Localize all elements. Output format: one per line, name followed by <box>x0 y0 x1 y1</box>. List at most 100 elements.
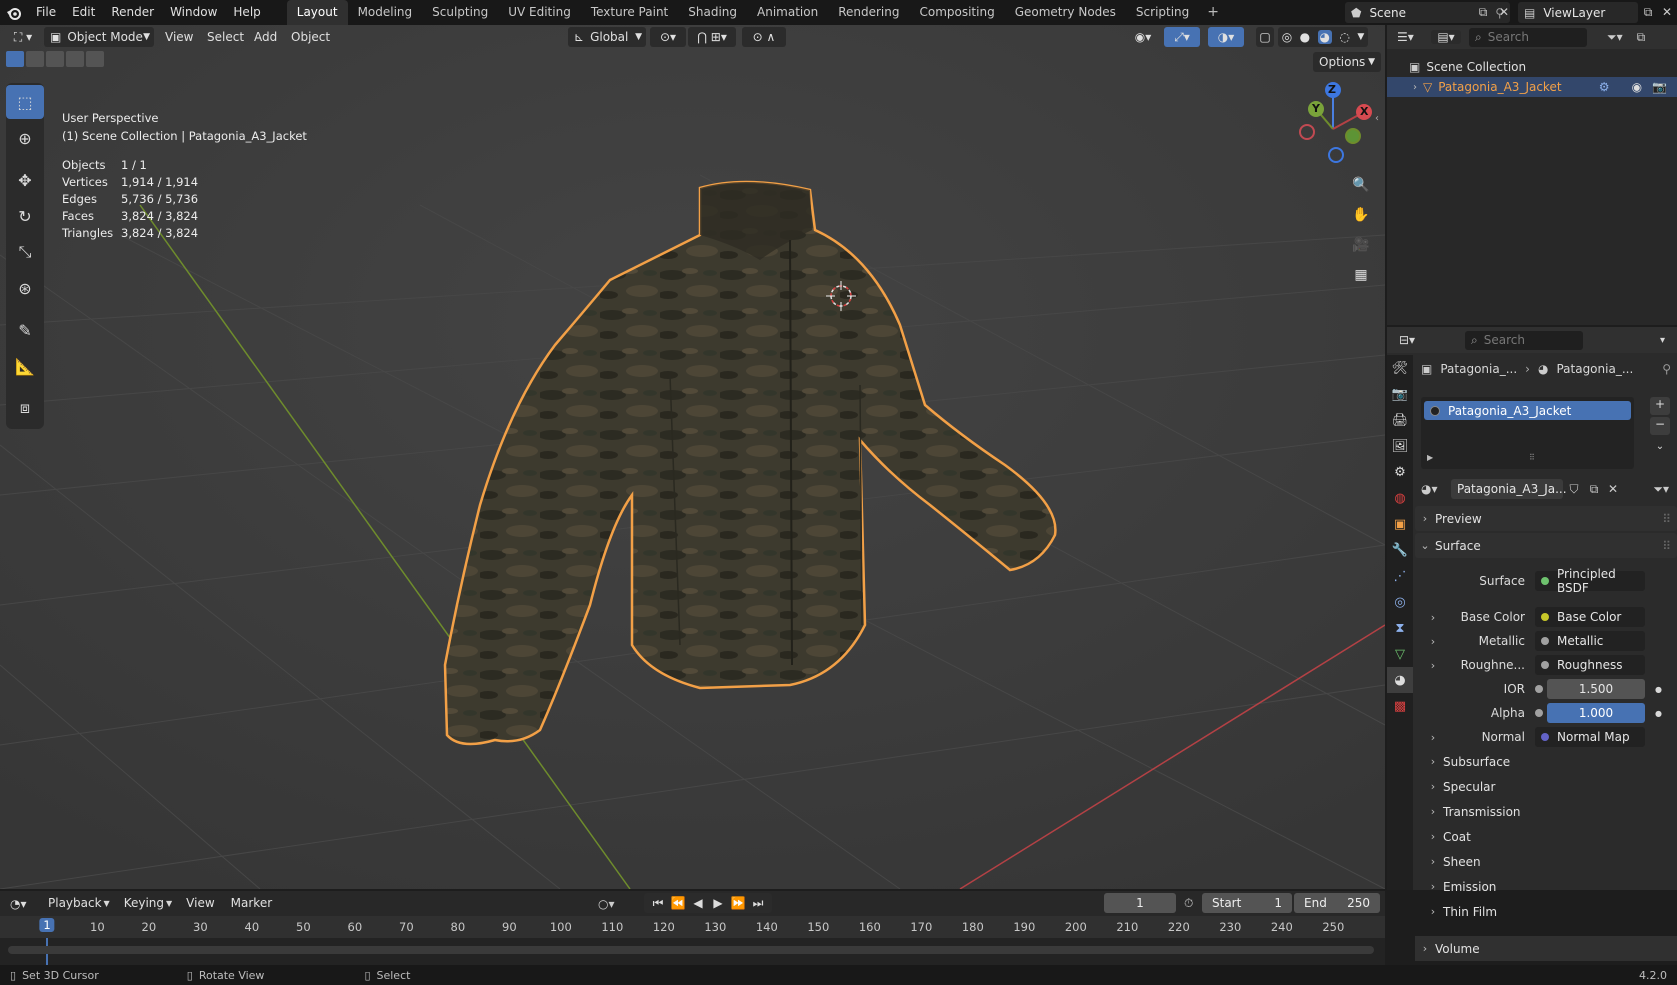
tab-modeling[interactable]: Modeling <box>348 0 423 25</box>
remove-viewlayer-icon[interactable]: ✕ <box>1659 2 1675 23</box>
jump-end-icon[interactable]: ⏭ <box>748 896 768 911</box>
tab-rendering[interactable]: Rendering <box>828 0 909 25</box>
browse-material-icon[interactable]: ◕▾ <box>1421 482 1451 496</box>
rotate-tool-icon[interactable]: ↻ <box>6 199 44 233</box>
editor-type-button[interactable]: ⛶ ▾ <box>6 27 40 47</box>
display-mode-icon[interactable]: ▤▾ <box>1431 30 1461 44</box>
end-frame-field[interactable]: End 250 <box>1294 893 1380 913</box>
keyframe-dot-icon[interactable]: ● <box>1655 685 1662 694</box>
menu-help[interactable]: Help <box>225 0 268 25</box>
viewlayer-selector[interactable]: ▤ ViewLayer <box>1518 2 1638 23</box>
output-tab-icon[interactable]: 🖨 <box>1387 407 1413 433</box>
timeline-menu-view[interactable]: View <box>178 891 222 916</box>
chevron-down-icon[interactable]: ▾ <box>1660 335 1665 346</box>
play-icon[interactable]: ▶ <box>708 896 728 910</box>
measure-tool-icon[interactable]: 📐 <box>6 349 44 383</box>
timeline-menu-keying[interactable]: Keying <box>116 891 172 916</box>
blender-logo-icon[interactable] <box>0 0 28 25</box>
solid-shading-icon[interactable]: ● <box>1300 30 1310 44</box>
subpanel-subsurface[interactable]: › Subsurface <box>1423 749 1510 774</box>
next-keyframe-icon[interactable]: ⏩ <box>728 896 748 910</box>
viewport-menu-object[interactable]: Object <box>283 25 338 49</box>
outliner-search-input[interactable]: ⌕ Search <box>1469 27 1587 47</box>
add-cube-tool-icon[interactable]: ⧈ <box>6 391 44 425</box>
constraints-tab-icon[interactable]: ⧗ <box>1387 615 1413 641</box>
material-slot-row[interactable]: Patagonia_A3_Jacket <box>1424 401 1631 420</box>
cursor-tool-icon[interactable]: ⊕ <box>6 121 44 155</box>
xray-button[interactable]: ▢ <box>1256 27 1274 47</box>
remove-slot-button[interactable]: − <box>1650 417 1670 435</box>
rendered-shading-icon[interactable]: ◌ <box>1339 30 1349 44</box>
ortho-toggle-icon[interactable]: ▦ <box>1348 262 1374 288</box>
subpanel-sheen[interactable]: › Sheen <box>1423 849 1481 874</box>
menu-file[interactable]: File <box>28 0 64 25</box>
menu-window[interactable]: Window <box>162 0 225 25</box>
timeline-menu-marker[interactable]: Marker <box>223 891 280 916</box>
jump-start-icon[interactable]: ⏮ <box>648 896 668 911</box>
camera-view-icon[interactable]: 🎥 <box>1348 232 1374 258</box>
zoom-icon[interactable]: 🔍 <box>1348 172 1374 198</box>
metallic-field[interactable]: Metallic <box>1535 631 1645 651</box>
outliner-editor-icon[interactable]: ☰▾ <box>1397 30 1423 44</box>
keyframe-dot-icon[interactable]: ● <box>1655 709 1662 718</box>
tab-texture-paint[interactable]: Texture Paint <box>581 0 678 25</box>
alpha-field[interactable]: 1.000 <box>1547 703 1645 723</box>
select-extend-icon[interactable] <box>26 51 44 67</box>
expand-arrow-icon[interactable]: › <box>1413 82 1417 93</box>
new-scene-icon[interactable]: ⧉ <box>1474 2 1492 23</box>
pin-icon[interactable]: ⚲ <box>1662 362 1671 376</box>
filter-icon[interactable]: ⏷▾ <box>1607 30 1623 45</box>
preview-panel-header[interactable]: › Preview ⠿ <box>1415 506 1677 531</box>
proportional-edit-button[interactable]: ⊙ ∧ <box>742 27 786 47</box>
eye-icon[interactable]: ◉ <box>1632 80 1642 94</box>
wireframe-shading-icon[interactable]: ◎ <box>1282 30 1292 44</box>
timeline-scrollbar[interactable] <box>8 946 1374 954</box>
unlink-material-icon[interactable]: ✕ <box>1603 482 1623 496</box>
timeline-body[interactable] <box>0 938 1385 965</box>
scene-collection-row[interactable]: ▣ Scene Collection <box>1387 57 1677 77</box>
visibility-button[interactable]: ◉▾ <box>1128 27 1158 47</box>
add-workspace-button[interactable]: + <box>1199 0 1227 25</box>
select-box-tool-icon[interactable]: ⬚ <box>6 85 44 119</box>
stopwatch-icon[interactable]: ⏱ <box>1184 896 1193 911</box>
data-tab-icon[interactable]: ▽ <box>1387 641 1413 667</box>
material-name-field[interactable]: Patagonia_A3_Ja... <box>1451 479 1567 499</box>
normal-field[interactable]: Normal Map <box>1535 727 1645 747</box>
texture-tab-icon[interactable]: ▩ <box>1387 693 1413 719</box>
subpanel-thin-film[interactable]: › Thin Film <box>1423 899 1497 924</box>
world-tab-icon[interactable]: ◍ <box>1387 485 1413 511</box>
start-frame-field[interactable]: Start 1 <box>1202 893 1292 913</box>
transform-tool-icon[interactable]: ⊛ <box>6 271 44 305</box>
new-collection-icon[interactable]: ⧉ <box>1637 30 1646 45</box>
viewport-menu-view[interactable]: View <box>157 25 201 49</box>
properties-editor-icon[interactable]: ⊟▾ <box>1399 333 1429 347</box>
menu-render[interactable]: Render <box>103 0 162 25</box>
tab-layout[interactable]: Layout <box>286 0 348 25</box>
duplicate-material-icon[interactable]: ⧉ <box>1585 482 1603 497</box>
snap-button[interactable]: ⋂ ⊞▾ <box>688 27 736 47</box>
ior-field[interactable]: 1.500 <box>1547 679 1645 699</box>
tool-tab-icon[interactable]: 🛠 <box>1387 355 1413 381</box>
properties-search-input[interactable]: ⌕ Search <box>1465 330 1583 350</box>
viewport-menu-select[interactable]: Select <box>199 25 252 49</box>
outliner-object-row[interactable]: › ▽ Patagonia_A3_Jacket ⚙ ◉ 📷 <box>1387 77 1677 97</box>
object-tab-icon[interactable]: ▣ <box>1387 511 1413 537</box>
roughness-field[interactable]: Roughness <box>1535 655 1645 675</box>
tab-animation[interactable]: Animation <box>747 0 828 25</box>
hand-pan-icon[interactable]: ✋ <box>1348 202 1374 228</box>
modifier-tab-icon[interactable]: 🔧 <box>1387 537 1413 563</box>
render-tab-icon[interactable]: 📷 <box>1387 381 1413 407</box>
transform-orientation-dropdown[interactable]: ⊾ Global ▼ <box>568 27 646 47</box>
subpanel-coat[interactable]: › Coat <box>1423 824 1471 849</box>
options-dropdown[interactable]: Options ▼ <box>1313 52 1381 72</box>
overlays-button[interactable]: ◑▾ <box>1208 27 1244 47</box>
volume-panel-header[interactable]: › Volume <box>1415 936 1677 961</box>
particles-tab-icon[interactable]: ⋰ <box>1387 563 1413 589</box>
new-viewlayer-icon[interactable]: ⧉ <box>1639 2 1657 23</box>
frame-ruler[interactable]: 1 10 20 30 40 50 60 70 80 90 100 110 120 130 140 150 160… <box>0 916 1385 938</box>
drag-handle-icon[interactable]: ⠿ <box>1662 539 1671 553</box>
subpanel-specular[interactable]: › Specular <box>1423 774 1496 799</box>
fake-user-shield-icon[interactable]: ⛉ <box>1563 482 1585 497</box>
subpanel-emission[interactable]: › Emission <box>1423 874 1497 899</box>
mode-dropdown[interactable]: ▣ Object Mode ▼ <box>44 27 154 47</box>
